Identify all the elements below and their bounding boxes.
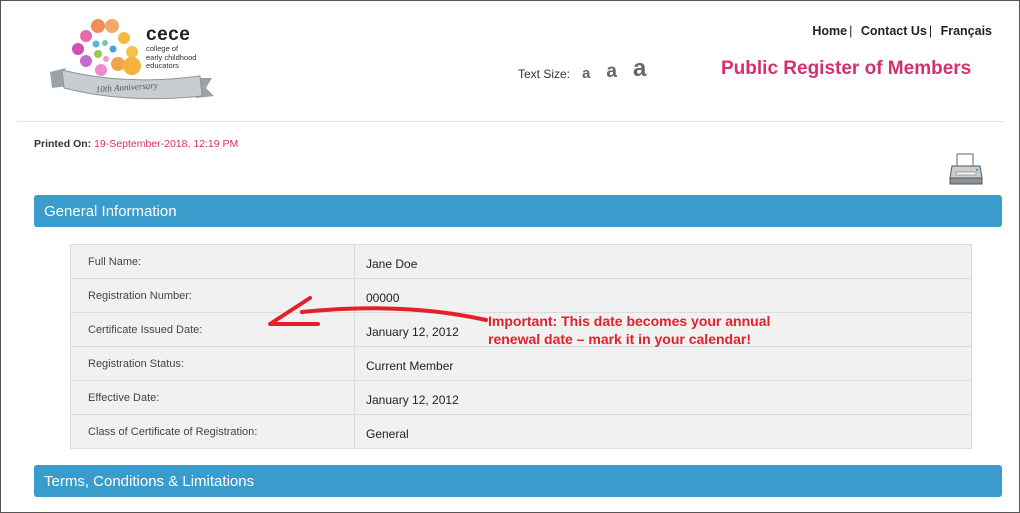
printer-icon[interactable] — [948, 152, 984, 188]
printed-on-value: 19-September-2018, 12:19 PM — [94, 138, 239, 150]
table-row: Full Name: Jane Doe — [70, 244, 972, 279]
table-row: Effective Date: January 12, 2012 — [70, 380, 972, 415]
text-size-medium-button[interactable]: a — [606, 62, 617, 81]
nav-separator: | — [928, 24, 933, 38]
printed-on-label: Printed On: — [34, 138, 92, 150]
nav-language-link[interactable]: Français — [941, 24, 992, 38]
section-header-terms-conditions[interactable]: Terms, Conditions & Limitations — [34, 465, 1002, 497]
effective-date-label: Effective Date: — [70, 380, 355, 415]
printed-on: Printed On: 19-September-2018, 12:19 PM — [34, 138, 238, 150]
annotation-line: Important: This date becomes your annual — [488, 313, 771, 329]
text-size-control: Text Size: a a a — [518, 57, 662, 82]
annotation-note: Important: This date becomes your annual… — [488, 312, 818, 348]
header-divider — [18, 121, 1004, 122]
text-size-label: Text Size: — [518, 67, 571, 81]
section-header-general-information[interactable]: General Information — [34, 195, 1002, 227]
table-row: Registration Status: Current Member — [70, 346, 972, 381]
logo-subtitle-line: educators — [146, 61, 179, 70]
annotation-arrow-icon — [268, 296, 488, 326]
nav-home-link[interactable]: Home — [812, 24, 847, 38]
table-row: Class of Certificate of Registration: Ge… — [70, 414, 972, 449]
annotation-line: renewal date – mark it in your calendar! — [488, 331, 751, 347]
certificate-class-value: General — [354, 414, 972, 449]
top-nav: Home | Contact Us | Français — [812, 24, 992, 38]
text-size-large-button[interactable]: a — [633, 57, 646, 81]
text-size-small-button[interactable]: a — [582, 66, 590, 81]
page-title: Public Register of Members — [721, 58, 972, 79]
logo-wordmark: cece — [146, 24, 191, 45]
table-row: Registration Number: 00000 — [70, 278, 972, 313]
registration-status-label: Registration Status: — [70, 346, 355, 381]
nav-contact-link[interactable]: Contact Us — [861, 24, 927, 38]
full-name-value: Jane Doe — [354, 244, 972, 279]
nav-separator: | — [849, 24, 853, 38]
registration-status-value: Current Member — [354, 346, 972, 381]
certificate-class-label: Class of Certificate of Registration: — [70, 414, 355, 449]
logo-subtitle: college of early childhood educators — [146, 44, 196, 71]
effective-date-value: January 12, 2012 — [354, 380, 972, 415]
full-name-label: Full Name: — [70, 244, 355, 279]
